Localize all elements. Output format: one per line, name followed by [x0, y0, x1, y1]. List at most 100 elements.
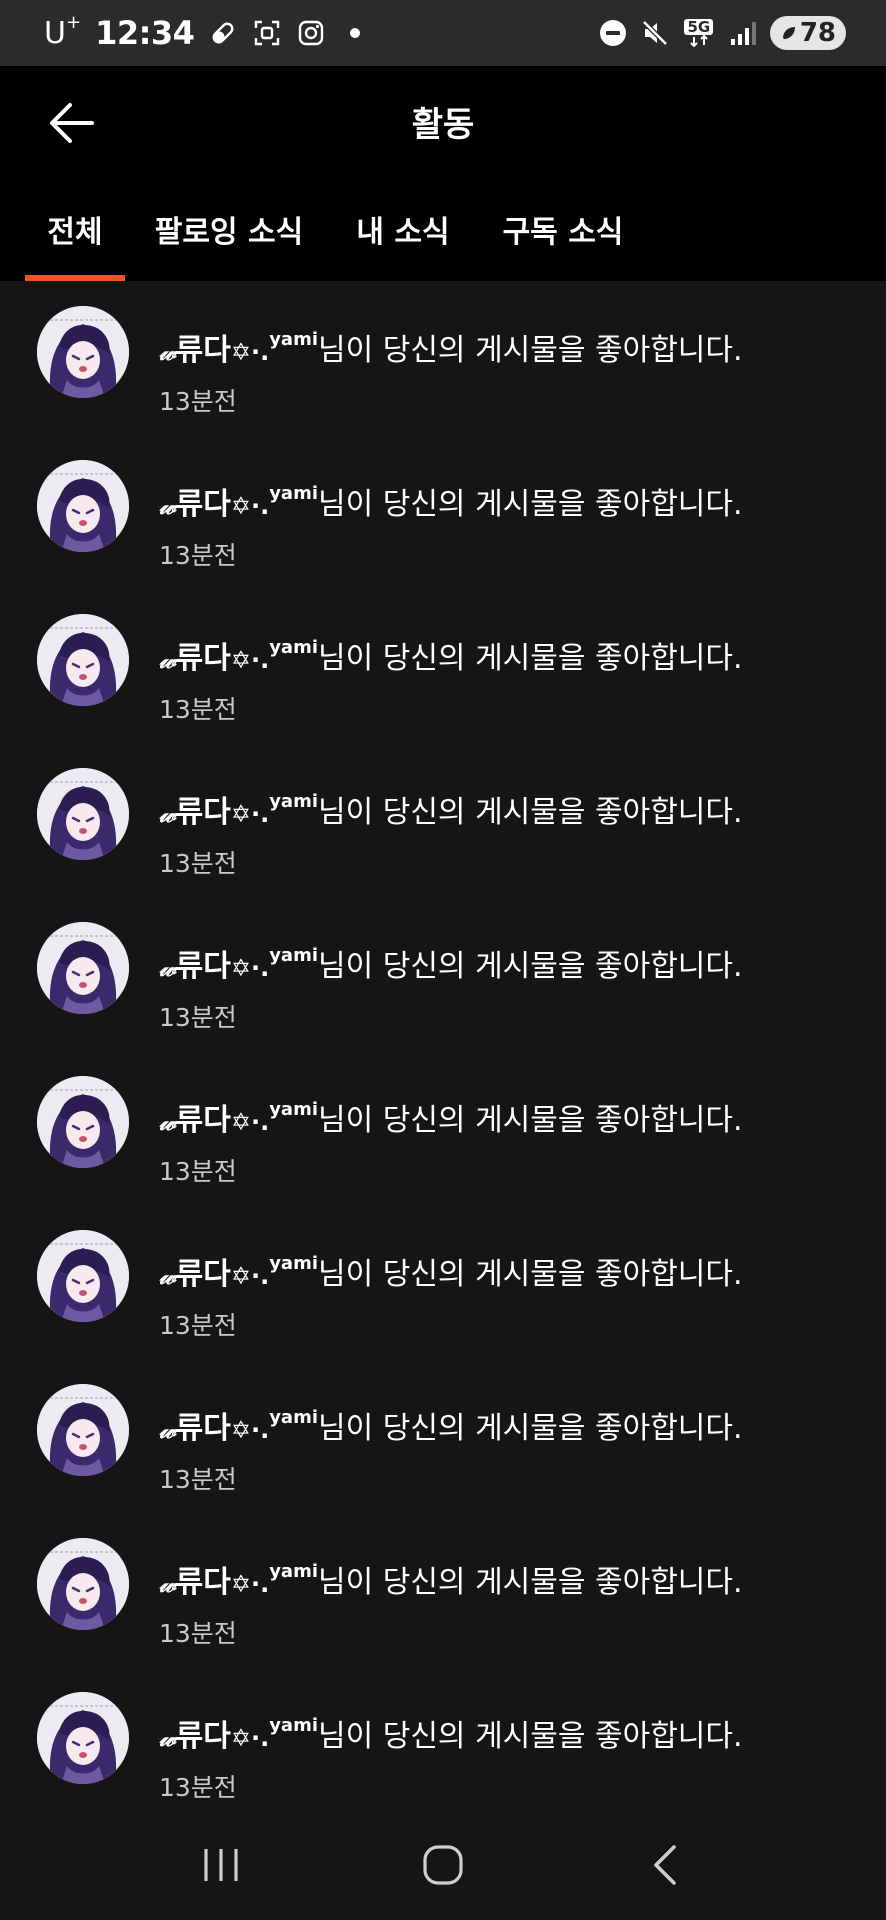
avatar[interactable]	[37, 306, 129, 398]
username[interactable]: 𝓌류다✡·.yami	[159, 945, 318, 984]
notification-message-line: 𝓌류다✡·.yami님이 당신의 게시물을 좋아합니다.	[159, 1404, 743, 1448]
avatar[interactable]	[37, 460, 129, 552]
username[interactable]: 𝓌류다✡·.yami	[159, 637, 318, 676]
notification-text: 𝓌류다✡·.yami님이 당신의 게시물을 좋아합니다. 13분전	[159, 788, 743, 880]
username[interactable]: 𝓌류다✡·.yami	[159, 1099, 318, 1138]
home-icon	[423, 1844, 463, 1885]
screenshot-icon	[252, 18, 282, 48]
notification-message: 님이 당신의 게시물을 좋아합니다.	[318, 487, 743, 522]
avatar[interactable]	[37, 1692, 129, 1784]
notification-time: 13분전	[159, 1157, 237, 1186]
recent-apps-button[interactable]	[181, 1825, 261, 1905]
avatar[interactable]	[37, 1076, 129, 1168]
notification-item[interactable]: 𝓌류다✡·.yami님이 당신의 게시물을 좋아합니다. 13분전	[0, 897, 886, 1051]
instagram-icon	[296, 18, 326, 48]
tab-all[interactable]: 전체	[25, 176, 125, 281]
avatar[interactable]	[37, 768, 129, 860]
pill-icon	[208, 18, 238, 48]
notification-text: 𝓌류다✡·.yami님이 당신의 게시물을 좋아합니다. 13분전	[159, 1712, 743, 1804]
notification-item[interactable]: 𝓌류다✡·.yami님이 당신의 게시물을 좋아합니다. 13분전	[0, 1205, 886, 1359]
tab-following-news[interactable]: 팔로잉 소식	[125, 176, 333, 281]
notification-time: 13분전	[159, 1003, 237, 1032]
notification-message: 님이 당신의 게시물을 좋아합니다.	[318, 333, 743, 368]
notification-item[interactable]: 𝓌류다✡·.yami님이 당신의 게시물을 좋아합니다. 13분전	[0, 589, 886, 743]
notification-message-line: 𝓌류다✡·.yami님이 당신의 게시물을 좋아합니다.	[159, 788, 743, 832]
notification-time: 13분전	[159, 849, 237, 878]
avatar[interactable]	[37, 1538, 129, 1630]
username[interactable]: 𝓌류다✡·.yami	[159, 1715, 318, 1754]
notification-text: 𝓌류다✡·.yami님이 당신의 게시물을 좋아합니다. 13분전	[159, 1250, 743, 1342]
username[interactable]: 𝓌류다✡·.yami	[159, 791, 318, 830]
tab-my-news[interactable]: 내 소식	[333, 176, 473, 281]
notification-time: 13분전	[159, 541, 237, 570]
notification-text: 𝓌류다✡·.yami님이 당신의 게시물을 좋아합니다. 13분전	[159, 326, 743, 418]
notification-message-line: 𝓌류다✡·.yami님이 당신의 게시물을 좋아합니다.	[159, 942, 743, 986]
username[interactable]: 𝓌류다✡·.yami	[159, 329, 318, 368]
tab-label: 전체	[47, 214, 103, 250]
notification-item[interactable]: 𝓌류다✡·.yami님이 당신의 게시물을 좋아합니다. 13분전	[0, 435, 886, 589]
battery-saver-icon	[782, 27, 795, 39]
notification-item[interactable]: 𝓌류다✡·.yami님이 당신의 게시물을 좋아합니다. 13분전	[0, 1513, 886, 1667]
notification-message: 님이 당신의 게시물을 좋아합니다.	[318, 1565, 743, 1600]
notification-text: 𝓌류다✡·.yami님이 당신의 게시물을 좋아합니다. 13분전	[159, 1096, 743, 1188]
notification-message-line: 𝓌류다✡·.yami님이 당신의 게시물을 좋아합니다.	[159, 1712, 743, 1756]
notification-time: 13분전	[159, 1773, 237, 1802]
username[interactable]: 𝓌류다✡·.yami	[159, 483, 318, 522]
notification-message: 님이 당신의 게시물을 좋아합니다.	[318, 1719, 743, 1754]
do-not-disturb-icon	[598, 18, 628, 48]
notification-message-line: 𝓌류다✡·.yami님이 당신의 게시물을 좋아합니다.	[159, 1096, 743, 1140]
notification-message-line: 𝓌류다✡·.yami님이 당신의 게시물을 좋아합니다.	[159, 480, 743, 524]
notification-message-line: 𝓌류다✡·.yami님이 당신의 게시물을 좋아합니다.	[159, 1558, 743, 1602]
tab-label: 내 소식	[356, 214, 450, 250]
system-nav-bar	[0, 1809, 886, 1920]
avatar[interactable]	[37, 1384, 129, 1476]
status-clock: 12:34	[95, 14, 195, 52]
notification-text: 𝓌류다✡·.yami님이 당신의 게시물을 좋아합니다. 13분전	[159, 634, 743, 726]
page-title: 활동	[411, 104, 475, 145]
tab-label: 팔로잉 소식	[154, 214, 304, 250]
avatar[interactable]	[37, 922, 129, 1014]
notification-message: 님이 당신의 게시물을 좋아합니다.	[318, 1103, 743, 1138]
tab-subscription-news[interactable]: 구독 소식	[473, 176, 653, 281]
notification-text: 𝓌류다✡·.yami님이 당신의 게시물을 좋아합니다. 13분전	[159, 480, 743, 572]
notification-list: 𝓌류다✡·.yami님이 당신의 게시물을 좋아합니다. 13분전 𝓌류다✡·.…	[0, 281, 886, 1809]
notification-message-line: 𝓌류다✡·.yami님이 당신의 게시물을 좋아합니다.	[159, 326, 743, 370]
carrier-label: U+	[44, 11, 82, 51]
notification-item[interactable]: 𝓌류다✡·.yami님이 당신의 게시물을 좋아합니다. 13분전	[0, 1051, 886, 1205]
notification-message: 님이 당신의 게시물을 좋아합니다.	[318, 1257, 743, 1292]
username[interactable]: 𝓌류다✡·.yami	[159, 1253, 318, 1292]
username[interactable]: 𝓌류다✡·.yami	[159, 1561, 318, 1600]
recent-apps-icon	[204, 1848, 238, 1881]
back-button[interactable]	[44, 96, 98, 150]
notification-time: 13분전	[159, 1619, 237, 1648]
notification-item[interactable]: 𝓌류다✡·.yami님이 당신의 게시물을 좋아합니다. 13분전	[0, 1667, 886, 1809]
notification-message: 님이 당신의 게시물을 좋아합니다.	[318, 1411, 743, 1446]
avatar[interactable]	[37, 614, 129, 706]
notification-item[interactable]: 𝓌류다✡·.yami님이 당신의 게시물을 좋아합니다. 13분전	[0, 281, 886, 435]
tab-label: 구독 소식	[502, 214, 624, 250]
chevron-left-icon	[654, 1844, 676, 1885]
tab-bar: 전체 팔로잉 소식 내 소식 구독 소식	[0, 176, 886, 281]
notification-item[interactable]: 𝓌류다✡·.yami님이 당신의 게시물을 좋아합니다. 13분전	[0, 743, 886, 897]
notification-message: 님이 당신의 게시물을 좋아합니다.	[318, 949, 743, 984]
notification-text: 𝓌류다✡·.yami님이 당신의 게시물을 좋아합니다. 13분전	[159, 1404, 743, 1496]
signal-icon	[728, 18, 758, 48]
home-button[interactable]	[403, 1825, 483, 1905]
network-5g-icon: 5G	[682, 18, 716, 48]
notification-time: 13분전	[159, 1311, 237, 1340]
notification-message: 님이 당신의 게시물을 좋아합니다.	[318, 795, 743, 830]
notification-dot-icon	[340, 18, 370, 48]
notification-item[interactable]: 𝓌류다✡·.yami님이 당신의 게시물을 좋아합니다. 13분전	[0, 1359, 886, 1513]
notification-time: 13분전	[159, 1465, 237, 1494]
notification-time: 13분전	[159, 695, 237, 724]
notification-text: 𝓌류다✡·.yami님이 당신의 게시물을 좋아합니다. 13분전	[159, 1558, 743, 1650]
notification-time: 13분전	[159, 387, 237, 416]
avatar[interactable]	[37, 1230, 129, 1322]
mute-icon	[640, 18, 670, 48]
username[interactable]: 𝓌류다✡·.yami	[159, 1407, 318, 1446]
notification-text: 𝓌류다✡·.yami님이 당신의 게시물을 좋아합니다. 13분전	[159, 942, 743, 1034]
notification-message-line: 𝓌류다✡·.yami님이 당신의 게시물을 좋아합니다.	[159, 1250, 743, 1294]
battery-indicator: 78	[769, 16, 846, 50]
back-nav-button[interactable]	[625, 1825, 705, 1905]
arrow-left-icon	[50, 103, 94, 143]
